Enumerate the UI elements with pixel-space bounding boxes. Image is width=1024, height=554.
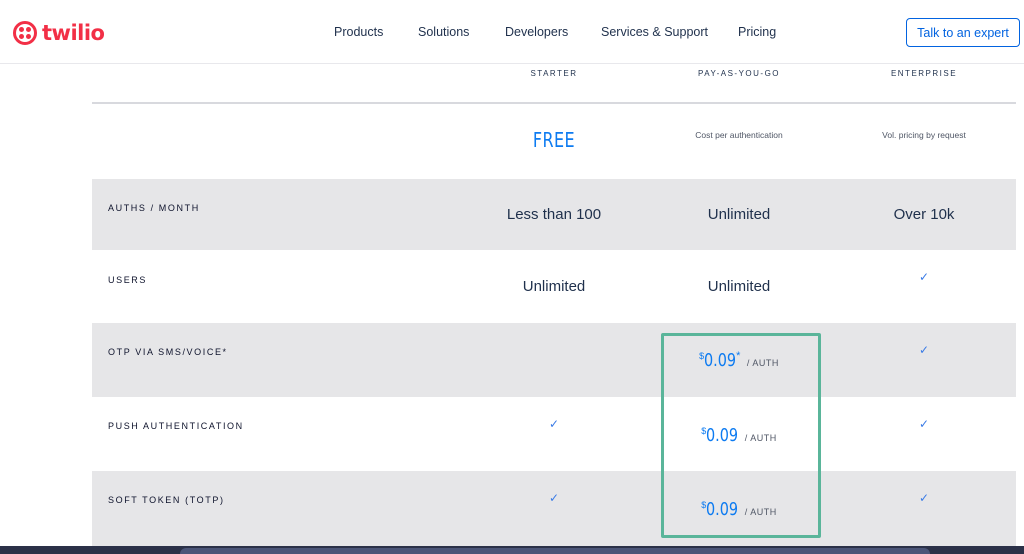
nav-link-products[interactable]: Products bbox=[334, 25, 383, 39]
starter-auths-value: Less than 100 bbox=[506, 206, 602, 223]
nav-link-services-support[interactable]: Services & Support bbox=[601, 25, 708, 39]
col-header-payg: PAY-AS-YOU-GO bbox=[697, 69, 781, 78]
payg-users-value: Unlimited bbox=[707, 278, 771, 295]
check-icon: ✓ bbox=[918, 270, 930, 284]
col-header-enterprise: ENTERPRISE bbox=[890, 69, 958, 78]
starter-price-free: FREE bbox=[532, 128, 576, 152]
starter-users-value: Unlimited bbox=[522, 278, 586, 295]
payg-auths-value: Unlimited bbox=[707, 206, 771, 223]
twilio-logo-icon bbox=[13, 21, 37, 45]
col-header-starter: STARTER bbox=[530, 69, 578, 78]
check-icon: ✓ bbox=[548, 417, 560, 431]
bottom-dock-edge bbox=[0, 546, 1024, 554]
nav-link-pricing[interactable]: Pricing bbox=[738, 25, 776, 39]
check-icon: ✓ bbox=[548, 491, 560, 505]
check-icon: ✓ bbox=[918, 417, 930, 431]
check-icon: ✓ bbox=[918, 491, 930, 505]
row-label: AUTHS / MONTH bbox=[108, 203, 200, 213]
logo-text: twilio bbox=[42, 21, 105, 45]
row-label: PUSH AUTHENTICATION bbox=[108, 421, 244, 431]
twilio-logo[interactable]: twilio bbox=[13, 20, 105, 46]
nav-link-developers[interactable]: Developers bbox=[505, 25, 568, 39]
check-icon: ✓ bbox=[918, 343, 930, 357]
table-row-soft-token: SOFT TOKEN (TOTP) bbox=[92, 471, 1016, 546]
enterprise-auths-value: Over 10k bbox=[893, 206, 955, 223]
table-row-push-auth: PUSH AUTHENTICATION bbox=[92, 397, 1016, 471]
row-label: USERS bbox=[108, 275, 148, 285]
row-label: SOFT TOKEN (TOTP) bbox=[108, 495, 225, 505]
talk-to-expert-button[interactable]: Talk to an expert bbox=[906, 18, 1020, 47]
table-row-otp-sms-voice: OTP VIA SMS/VOICE* bbox=[92, 323, 1016, 397]
enterprise-price-note: Vol. pricing by request bbox=[882, 130, 966, 140]
nav-link-solutions[interactable]: Solutions bbox=[418, 25, 469, 39]
payg-price-highlight bbox=[661, 333, 821, 538]
top-nav: twilio Products Solutions Developers Ser… bbox=[0, 0, 1024, 64]
payg-price-note: Cost per authentication bbox=[695, 130, 783, 140]
header-divider bbox=[92, 102, 1016, 104]
row-label: OTP VIA SMS/VOICE* bbox=[108, 347, 228, 357]
